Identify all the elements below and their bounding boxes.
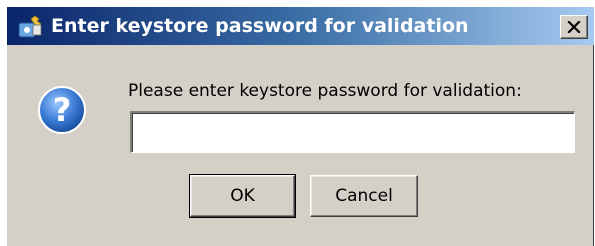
keystore-app-icon	[18, 15, 42, 38]
ok-button-label: OK	[230, 186, 255, 206]
ok-button[interactable]: OK	[189, 174, 296, 218]
cancel-button[interactable]: Cancel	[310, 175, 418, 217]
svg-text:?: ?	[53, 91, 72, 129]
close-button[interactable]	[560, 15, 588, 39]
window-title: Enter keystore password for validation	[51, 15, 469, 37]
cancel-button-label: Cancel	[335, 186, 393, 206]
close-icon	[567, 21, 581, 33]
password-dialog: Enter keystore password for validation ?…	[6, 6, 594, 246]
password-prompt-label: Please enter keystore password for valid…	[128, 81, 522, 101]
question-icon: ?	[38, 86, 86, 134]
password-input[interactable]	[130, 111, 575, 153]
title-bar[interactable]: Enter keystore password for validation	[7, 7, 594, 45]
